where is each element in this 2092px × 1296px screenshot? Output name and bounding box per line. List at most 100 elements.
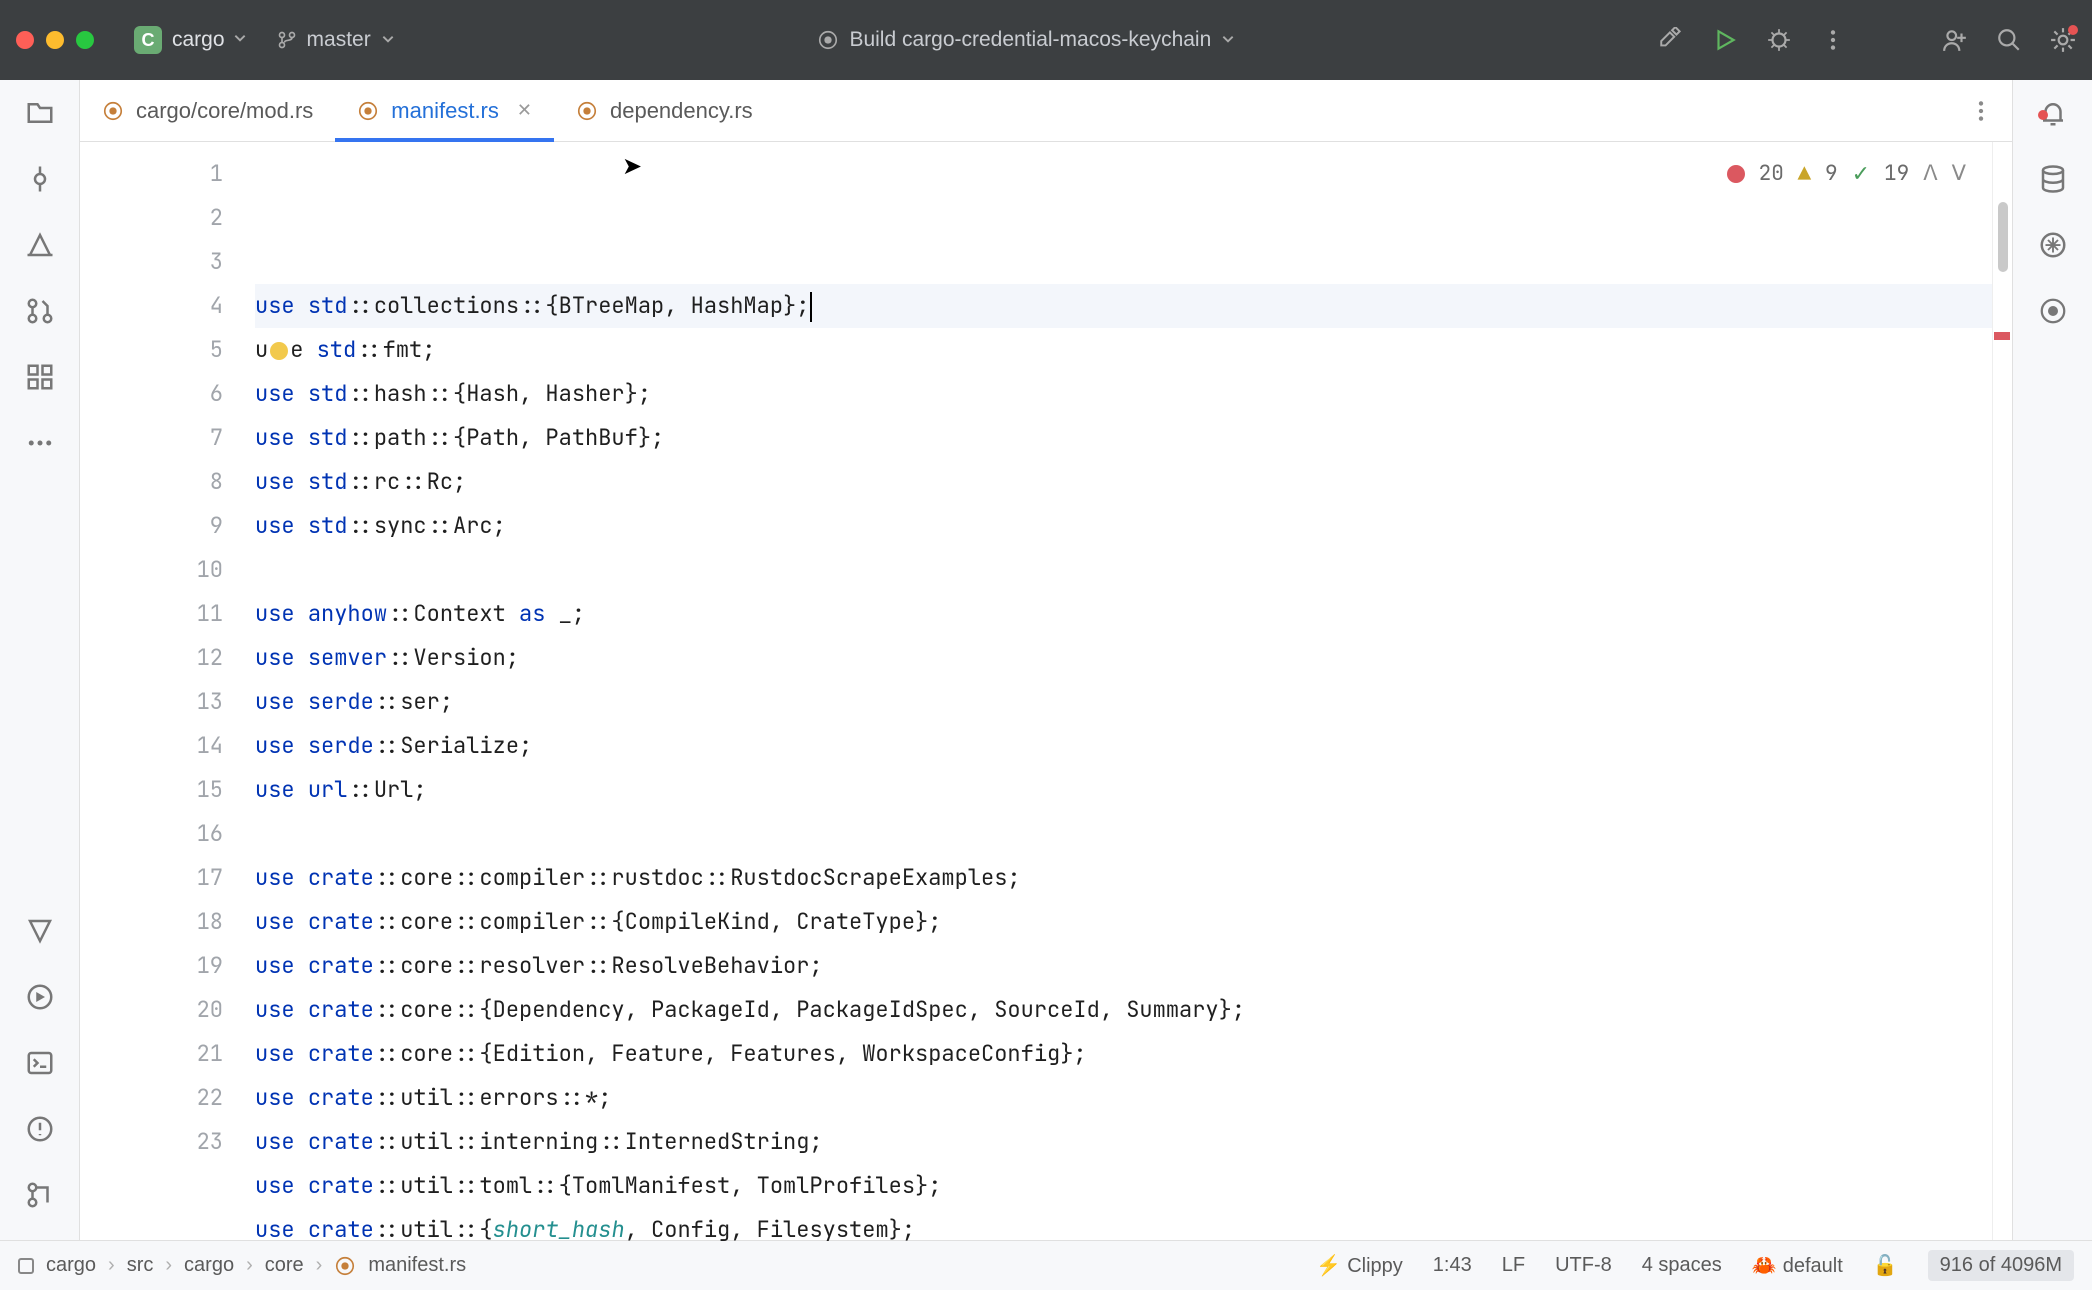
code-line[interactable]	[255, 1252, 1992, 1296]
close-window-button[interactable]	[16, 31, 34, 49]
code-line[interactable]	[255, 812, 1992, 856]
line-number[interactable]: 14	[80, 724, 223, 768]
project-tool-icon[interactable]	[25, 98, 55, 128]
services-tool-icon[interactable]	[25, 982, 55, 1012]
maximize-window-button[interactable]	[76, 31, 94, 49]
run-configuration-selector[interactable]: Build cargo-credential-macos-keychain	[817, 28, 1235, 52]
line-number[interactable]: 5	[80, 328, 223, 372]
code-line[interactable]: use crate::util::errors::*;	[255, 1076, 1992, 1120]
code-line[interactable]: use std::rc::Rc;	[255, 460, 1992, 504]
warning-count: 9	[1825, 152, 1838, 196]
code-line[interactable]: use std::sync::Arc;	[255, 504, 1992, 548]
chevron-up-icon[interactable]: ᐱ	[1923, 152, 1937, 196]
debug-icon[interactable]	[1766, 27, 1792, 53]
error-marker[interactable]	[1994, 332, 2010, 340]
line-number[interactable]: 1	[80, 152, 223, 196]
bookmarks-tool-icon[interactable]	[25, 230, 55, 260]
line-number[interactable]: 4	[80, 284, 223, 328]
problems-tool-icon[interactable]	[25, 1114, 55, 1144]
scrollbar-thumb[interactable]	[1998, 202, 2008, 272]
line-number[interactable]: 16	[80, 812, 223, 856]
more-icon[interactable]	[1820, 27, 1846, 53]
chevron-down-icon[interactable]	[1221, 28, 1235, 52]
line-number[interactable]: 3	[80, 240, 223, 284]
editor-tab[interactable]: dependency.rs	[554, 80, 775, 141]
line-number[interactable]: 23	[80, 1120, 223, 1164]
tab-list-icon[interactable]	[1968, 98, 1994, 124]
code-line[interactable]: use crate::core::{Edition, Feature, Feat…	[255, 1032, 1992, 1076]
line-number[interactable]: 15	[80, 768, 223, 812]
project-badge[interactable]: C	[134, 26, 162, 54]
code-line[interactable]: use crate::core::compiler::{CompileKind,…	[255, 900, 1992, 944]
code-line[interactable]: use crate::core::{Dependency, PackageId,…	[255, 988, 1992, 1032]
run-icon[interactable]	[1712, 27, 1738, 53]
code-line[interactable]: use crate::util::toml::{TomlManifest, To…	[255, 1164, 1992, 1208]
line-number[interactable]: 18	[80, 900, 223, 944]
settings-icon[interactable]	[2050, 27, 2076, 53]
code-line[interactable]: use crate::core::compiler::rustdoc::Rust…	[255, 856, 1992, 900]
code-line[interactable]	[255, 548, 1992, 592]
gutter[interactable]: 1234567891011121314151617181920212223	[80, 142, 255, 1240]
chevron-down-icon[interactable]	[233, 31, 247, 50]
pull-requests-tool-icon[interactable]	[25, 296, 55, 326]
tab-label: manifest.rs	[391, 98, 499, 124]
line-number[interactable]: 11	[80, 592, 223, 636]
line-number[interactable]: 10	[80, 548, 223, 592]
window-controls	[16, 31, 94, 49]
line-number[interactable]: 21	[80, 1032, 223, 1076]
editor-body[interactable]: 1234567891011121314151617181920212223 20…	[80, 142, 2012, 1240]
close-tab-icon[interactable]: ✕	[517, 100, 532, 121]
code-with-me-icon[interactable]	[1942, 27, 1968, 53]
code-line[interactable]: use url::Url;	[255, 768, 1992, 812]
line-number[interactable]: 7	[80, 416, 223, 460]
more-tool-icon[interactable]	[25, 428, 55, 458]
code-line[interactable]: use std::hash::{Hash, Hasher};	[255, 372, 1992, 416]
intention-bulb-icon[interactable]	[270, 342, 288, 360]
build-tool-icon[interactable]	[25, 916, 55, 946]
cargo-tool-icon[interactable]	[2038, 296, 2068, 326]
line-number[interactable]: 9	[80, 504, 223, 548]
code-line[interactable]: use crate::util::{short_hash, Config, Fi…	[255, 1208, 1992, 1252]
code-line[interactable]: use crate::core::resolver::ResolveBehavi…	[255, 944, 1992, 988]
line-number[interactable]: 8	[80, 460, 223, 504]
vcs-tool-icon[interactable]	[25, 1180, 55, 1210]
code-line[interactable]: use serde::ser;	[255, 680, 1992, 724]
inspections-widget[interactable]: 20 ▲ 9 ✓ 19 ᐱ ᐯ	[1727, 152, 1966, 196]
minimize-window-button[interactable]	[46, 31, 64, 49]
chevron-down-icon[interactable]: ᐯ	[1952, 152, 1966, 196]
editor-tab[interactable]: cargo/core/mod.rs	[80, 80, 335, 141]
code-line[interactable]: use serde::Serialize;	[255, 724, 1992, 768]
code-line[interactable]: use semver::Version;	[255, 636, 1992, 680]
code-line[interactable]: use anyhow::Context as _;	[255, 592, 1992, 636]
breadcrumb-item[interactable]: cargo	[184, 1254, 234, 1277]
project-name[interactable]: cargo	[172, 28, 225, 52]
error-stripe[interactable]	[1992, 142, 2012, 1240]
line-number[interactable]: 13	[80, 680, 223, 724]
line-number[interactable]: 12	[80, 636, 223, 680]
code-line[interactable]: use std::path::{Path, PathBuf};	[255, 416, 1992, 460]
code-line[interactable]: use crate::util::interning::InternedStri…	[255, 1120, 1992, 1164]
breadcrumb-item[interactable]: src	[127, 1254, 154, 1277]
notifications-icon[interactable]	[2038, 98, 2068, 128]
ai-assistant-icon[interactable]	[2038, 230, 2068, 260]
code-area[interactable]: 20 ▲ 9 ✓ 19 ᐱ ᐯ use std::collections::{B…	[255, 142, 1992, 1240]
structure-tool-icon[interactable]	[25, 362, 55, 392]
code-line[interactable]: use std::collections::{BTreeMap, HashMap…	[255, 284, 1992, 328]
line-number[interactable]: 20	[80, 988, 223, 1032]
error-count: 20	[1759, 152, 1784, 196]
line-number[interactable]: 17	[80, 856, 223, 900]
database-tool-icon[interactable]	[2038, 164, 2068, 194]
chevron-down-icon[interactable]	[381, 28, 395, 52]
search-icon[interactable]	[1996, 27, 2022, 53]
editor-tab[interactable]: manifest.rs ✕	[335, 80, 554, 141]
code-line[interactable]: ue std::fmt;	[255, 328, 1992, 372]
line-number[interactable]: 22	[80, 1076, 223, 1120]
hammer-icon[interactable]	[1658, 27, 1684, 53]
line-number[interactable]: 19	[80, 944, 223, 988]
line-number[interactable]: 2	[80, 196, 223, 240]
commit-tool-icon[interactable]	[25, 164, 55, 194]
terminal-tool-icon[interactable]	[25, 1048, 55, 1078]
breadcrumb-item[interactable]: cargo	[46, 1254, 96, 1277]
line-number[interactable]: 6	[80, 372, 223, 416]
vcs-branch-widget[interactable]: master	[277, 28, 395, 52]
